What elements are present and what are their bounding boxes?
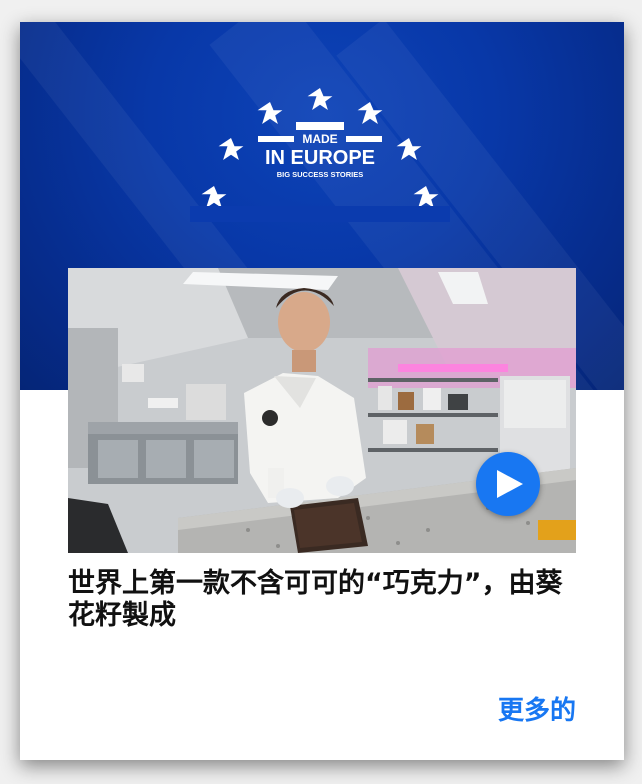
- logo-tagline: BIG SUCCESS STORIES: [277, 170, 364, 179]
- article-title[interactable]: 世界上第一款不含可可的“巧克力”，由葵花籽製成: [68, 568, 578, 632]
- more-link[interactable]: 更多的: [498, 690, 576, 727]
- play-button[interactable]: [476, 452, 540, 516]
- made-in-europe-logo: MADE IN EUROPE BIG SUCCESS STORIES: [190, 72, 450, 222]
- eu-stars-logo-icon: MADE IN EUROPE BIG SUCCESS STORIES: [190, 88, 450, 222]
- logo-line1: MADE: [302, 132, 337, 146]
- play-icon: [497, 470, 523, 498]
- logo-line2: IN EUROPE: [265, 147, 375, 169]
- article-card[interactable]: MADE IN EUROPE BIG SUCCESS STORIES 世界上第一…: [20, 22, 624, 760]
